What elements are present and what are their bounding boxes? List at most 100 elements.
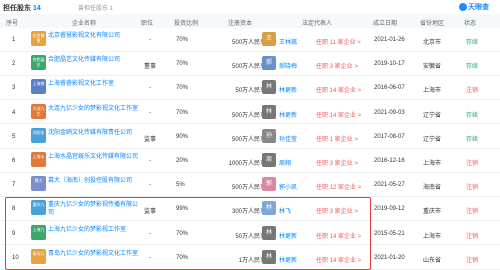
- founded-date: 2016-12-16: [374, 158, 405, 164]
- table-row[interactable]: 6 上海水 上海水晶宫娱乐文化传媒有限公司 - 20% 1000万人民币周周翔 任职 3 家…: [0, 149, 500, 173]
- roles-link[interactable]: 任职 11 家企业 >: [316, 37, 361, 46]
- avatar: 郝: [262, 56, 276, 71]
- status-badge: 存续: [466, 112, 479, 119]
- roles-link[interactable]: 任职 3 家企业 >: [316, 158, 358, 167]
- investment-ratio: 20%: [176, 158, 189, 164]
- col-date: 成立日期: [373, 21, 398, 27]
- legal-rep-link[interactable]: 孙佳莹: [279, 134, 297, 143]
- founded-date: 2019-10-17: [374, 61, 405, 68]
- roles-link[interactable]: 任职 14 家企业 >: [316, 85, 361, 94]
- row-number: 6: [12, 158, 16, 164]
- position: -: [149, 109, 151, 116]
- status-badge: 注销: [466, 185, 479, 192]
- position: -: [149, 85, 151, 92]
- row-number: 3: [12, 85, 16, 92]
- col-prov: 省份地区: [420, 21, 445, 27]
- roles-link[interactable]: 任职 12 家企业 >: [316, 182, 361, 191]
- position: -: [149, 37, 151, 43]
- founded-date: 2021-05-27: [374, 182, 405, 189]
- avatar: 郭: [262, 177, 276, 192]
- province: 辽宁省: [423, 112, 442, 119]
- registered-capital: 1000万人民币: [228, 161, 266, 167]
- avatar: 王: [262, 32, 276, 46]
- table-row[interactable]: 7 慕大 慕大（海南）创投控股有限公司 - 5% 500万人民币郭郭小凯 任职 12 家企业…: [0, 173, 500, 197]
- status-badge: 存续: [466, 40, 479, 46]
- founded-date: 2017-08-07: [374, 133, 405, 140]
- company-logo: 北京睿慧: [31, 31, 46, 46]
- investment-ratio: 70%: [176, 37, 189, 43]
- investment-ratio: 70%: [176, 109, 189, 116]
- company-logo: 慕大: [31, 176, 46, 192]
- company-logo: 上海睿: [31, 79, 46, 95]
- col-capital: 注册资本: [228, 21, 253, 27]
- company-logo: 大连九亿: [31, 103, 46, 119]
- company-name-link[interactable]: 慕大（海南）创投控股有限公司: [48, 177, 140, 185]
- roles-link[interactable]: 任职 3 家企业 >: [316, 61, 358, 70]
- brand-icon: [459, 3, 467, 12]
- company-name-link[interactable]: 大连九亿少女的梦影视文化工作室: [48, 105, 140, 113]
- company-logo: 合肥晶艺: [31, 55, 46, 71]
- province: 安徽省: [423, 64, 442, 71]
- province: 辽宁省: [423, 136, 442, 143]
- table-row[interactable]: 4 大连九亿 大连九亿少女的梦影视文化工作室 - 70% 500万人民币林林更新 任职 14…: [0, 101, 500, 125]
- col-ratio: 投资比例: [174, 21, 199, 27]
- investment-ratio: 90%: [176, 133, 189, 140]
- position: 监事: [143, 136, 156, 143]
- col-no: 序号: [6, 21, 19, 27]
- brand-logo: 天眼查: [459, 2, 489, 12]
- status-badge: 存续: [466, 64, 479, 71]
- col-pos: 职位: [141, 21, 154, 27]
- row-number: 2: [12, 61, 16, 68]
- table-row[interactable]: 3 上海睿 上海睿睿影视文化工作室 - 70% 50万人民币林林更新 任职 14 家企业 >…: [0, 76, 500, 101]
- table-header: 序号 企业名称 职位 投资比例 注册资本 法定代表人 成立日期 省份地区 状态: [0, 14, 500, 28]
- registered-capital: 500万人民币: [231, 185, 266, 192]
- province: 重庆市: [423, 209, 442, 216]
- legal-rep-link[interactable]: 郭小凯: [279, 182, 297, 191]
- row-number: 4: [12, 109, 16, 116]
- investment-ratio: 70%: [176, 61, 189, 68]
- company-name-link[interactable]: 上海睿睿影视文化工作室: [48, 80, 140, 88]
- province: 上海市: [423, 161, 442, 167]
- row-number: 5: [12, 133, 16, 140]
- province: 上海市: [423, 233, 442, 240]
- legal-rep-link[interactable]: 郝晓梅: [279, 61, 297, 70]
- status-badge: 存续: [466, 136, 479, 143]
- registered-capital: 500万人民币: [231, 136, 266, 143]
- former-shareholder-tab[interactable]: 曾担任股东 1: [78, 3, 113, 12]
- registered-capital: 500万人民币: [231, 112, 266, 119]
- legal-rep-link[interactable]: 林更新: [279, 110, 297, 119]
- position: -: [149, 158, 151, 164]
- legal-rep-link[interactable]: 林更新: [279, 85, 297, 94]
- highlight-box: [5, 197, 371, 270]
- company-name-link[interactable]: 合肥晶艺文化传媒有限公司: [48, 56, 140, 64]
- roles-link[interactable]: 任职 1 家企业 >: [316, 134, 358, 143]
- legal-rep-link[interactable]: 王林嵩: [279, 37, 297, 46]
- section-header: 担任股东 14 曾担任股东 1 天眼查: [0, 0, 500, 14]
- status-badge: 注销: [466, 257, 479, 264]
- province: 山东省: [423, 257, 442, 264]
- table-row[interactable]: 2 合肥晶艺 合肥晶艺文化传媒有限公司 董事 70% 500万人民币郝郝晓梅 任职 3 家企…: [0, 52, 500, 76]
- registered-capital: 50万人民币: [235, 88, 266, 95]
- founded-date: 2015-05-21: [374, 230, 405, 237]
- section-title: 担任股东 14: [3, 5, 41, 12]
- avatar: 林: [262, 80, 276, 95]
- status-badge: 注销: [466, 209, 479, 216]
- company-name-link[interactable]: 上海水晶宫娱乐文化传媒有限公司: [48, 153, 140, 161]
- table-row[interactable]: 1 北京睿慧 北京睿慧影视文化有限公司 - 70% 500万人民币王王林嵩 任职 11 家企…: [0, 28, 500, 52]
- investment-ratio: 5%: [176, 182, 185, 189]
- avatar: 林: [262, 104, 276, 119]
- row-number: 7: [12, 182, 16, 189]
- avatar: 周: [262, 153, 276, 167]
- table-row[interactable]: 5 沈阳金 沈阳金鸥文化传媒有限责任公司 监事 90% 500万人民币孙孙佳莹 任职 1 家…: [0, 125, 500, 149]
- legal-rep-link[interactable]: 周翔: [279, 158, 291, 167]
- roles-link[interactable]: 任职 14 家企业 >: [316, 110, 361, 119]
- position: -: [149, 182, 151, 189]
- col-name: 企业名称: [72, 21, 97, 27]
- status-badge: 注销: [466, 233, 479, 240]
- registered-capital: 500万人民币: [231, 40, 266, 46]
- company-name-link[interactable]: 北京睿慧影视文化有限公司: [48, 32, 140, 40]
- founded-date: 2021-01-20: [374, 254, 405, 261]
- founded-date: 2021-01-26: [374, 37, 405, 43]
- company-logo: 上海水: [31, 152, 46, 167]
- company-name-link[interactable]: 沈阳金鸥文化传媒有限责任公司: [48, 129, 140, 137]
